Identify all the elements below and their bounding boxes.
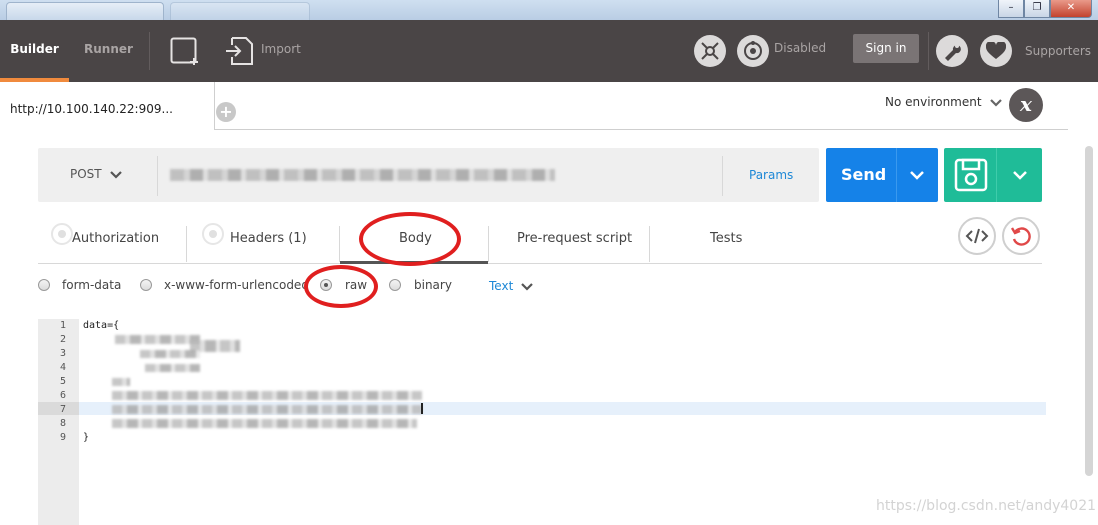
interceptor-button[interactable] bbox=[694, 35, 726, 67]
content-type-value: Text bbox=[489, 279, 514, 293]
redacted-code bbox=[145, 364, 200, 372]
tab-runner[interactable]: Runner bbox=[84, 20, 133, 82]
minimize-icon[interactable]: – bbox=[998, 0, 1024, 18]
url-divider bbox=[722, 156, 723, 196]
environment-select[interactable]: No environment bbox=[885, 95, 1003, 109]
send-divider bbox=[896, 148, 897, 202]
urlencoded-label[interactable]: x-www-form-urlencoded bbox=[164, 278, 309, 292]
app-toolbar: Builder Runner Import Disabled Sign in S… bbox=[0, 20, 1098, 82]
line-number: 8 bbox=[59, 418, 66, 429]
code-line[interactable]: } bbox=[83, 432, 89, 443]
line-number: 4 bbox=[59, 362, 66, 373]
line-number: 6 bbox=[59, 390, 66, 401]
tab-divider bbox=[649, 226, 650, 262]
code-icon bbox=[965, 228, 989, 244]
chevron-down-icon bbox=[521, 282, 533, 291]
line-number: 2 bbox=[59, 334, 66, 345]
tab-divider bbox=[339, 226, 340, 262]
annotation-circle-raw bbox=[304, 265, 378, 308]
redacted-code bbox=[112, 419, 417, 428]
wrench-icon bbox=[945, 44, 961, 61]
line-number: 7 bbox=[59, 404, 66, 415]
subtab-baseline bbox=[38, 263, 1042, 264]
toolbar-divider bbox=[149, 32, 150, 70]
window-titlebar: – ❐ ✕ bbox=[0, 0, 1098, 20]
send-button[interactable]: Send bbox=[826, 148, 938, 202]
chevron-down-icon bbox=[110, 170, 123, 179]
tab-row-divider bbox=[215, 129, 1068, 130]
sync-status: Disabled bbox=[774, 41, 827, 55]
radio-urlencoded[interactable] bbox=[140, 279, 152, 291]
environment-quick-look-icon[interactable]: x bbox=[1009, 88, 1043, 122]
heart-icon bbox=[986, 42, 1006, 59]
code-line[interactable]: data={ bbox=[83, 320, 119, 331]
redacted-code bbox=[112, 378, 130, 386]
form-data-label[interactable]: form-data bbox=[62, 278, 121, 292]
redacted-code bbox=[115, 335, 200, 344]
authorization-icon bbox=[51, 223, 73, 245]
redacted-code bbox=[140, 350, 200, 358]
chevron-down-icon[interactable] bbox=[909, 170, 925, 182]
radio-form-data[interactable] bbox=[38, 279, 50, 291]
vertical-scrollbar[interactable] bbox=[1085, 146, 1093, 476]
line-number: 3 bbox=[59, 348, 66, 359]
browser-tab[interactable] bbox=[6, 2, 164, 20]
method-select[interactable]: POST bbox=[70, 167, 123, 181]
generate-code-button[interactable] bbox=[958, 217, 996, 255]
environment-selected: No environment bbox=[885, 95, 982, 109]
url-divider bbox=[157, 156, 158, 196]
tab-headers[interactable]: Headers (1) bbox=[230, 231, 307, 267]
save-divider bbox=[996, 148, 997, 202]
line-number: 5 bbox=[59, 376, 66, 387]
send-label: Send bbox=[841, 165, 887, 184]
tab-authorization[interactable]: Authorization bbox=[72, 231, 159, 267]
add-tab-icon[interactable]: + bbox=[216, 102, 236, 122]
restore-icon[interactable]: ❐ bbox=[1024, 0, 1050, 18]
annotation-circle-body bbox=[359, 212, 461, 266]
chevron-down-icon bbox=[990, 98, 1003, 107]
import-icon[interactable] bbox=[224, 36, 254, 66]
redacted-code bbox=[112, 405, 422, 414]
params-button[interactable]: Params bbox=[749, 168, 793, 182]
tab-builder[interactable]: Builder bbox=[0, 20, 69, 82]
interceptor-icon bbox=[701, 42, 719, 60]
chevron-down-icon[interactable] bbox=[1012, 170, 1028, 182]
watermark: https://blog.csdn.net/andy4021 bbox=[876, 498, 1097, 514]
browser-tab[interactable] bbox=[170, 2, 310, 20]
tab-tests[interactable]: Tests bbox=[710, 231, 742, 267]
save-button[interactable] bbox=[944, 148, 1042, 202]
request-tab-title: http://10.100.140.22:909... bbox=[10, 102, 173, 116]
headers-icon bbox=[202, 223, 224, 245]
tab-divider bbox=[186, 226, 187, 262]
supporters-label[interactable]: Supporters bbox=[1025, 44, 1091, 58]
request-tab[interactable]: http://10.100.140.22:909... bbox=[0, 82, 215, 130]
redacted-code bbox=[112, 391, 422, 400]
text-cursor bbox=[421, 403, 423, 414]
toolbar-divider bbox=[928, 32, 929, 70]
undo-icon bbox=[1010, 227, 1031, 246]
sync-icon bbox=[744, 41, 762, 60]
reset-button[interactable] bbox=[1002, 217, 1040, 255]
sign-in-button[interactable]: Sign in bbox=[853, 34, 919, 63]
save-icon bbox=[954, 158, 988, 192]
supporters-button[interactable] bbox=[980, 35, 1012, 67]
line-number: 1 bbox=[59, 320, 66, 331]
tab-divider bbox=[488, 226, 489, 262]
import-label[interactable]: Import bbox=[261, 42, 301, 56]
new-window-icon[interactable] bbox=[170, 37, 202, 65]
url-input[interactable] bbox=[170, 169, 555, 181]
window-controls: – ❐ ✕ bbox=[998, 0, 1092, 18]
tab-pre-request-script[interactable]: Pre-request script bbox=[517, 231, 632, 267]
content-type-select[interactable]: Text bbox=[489, 279, 534, 293]
settings-button[interactable] bbox=[936, 35, 968, 67]
radio-binary[interactable] bbox=[389, 279, 401, 291]
sync-button[interactable] bbox=[737, 35, 769, 67]
method-value: POST bbox=[70, 167, 102, 181]
close-icon[interactable]: ✕ bbox=[1050, 0, 1092, 18]
line-number: 9 bbox=[59, 432, 66, 443]
binary-label[interactable]: binary bbox=[414, 278, 452, 292]
